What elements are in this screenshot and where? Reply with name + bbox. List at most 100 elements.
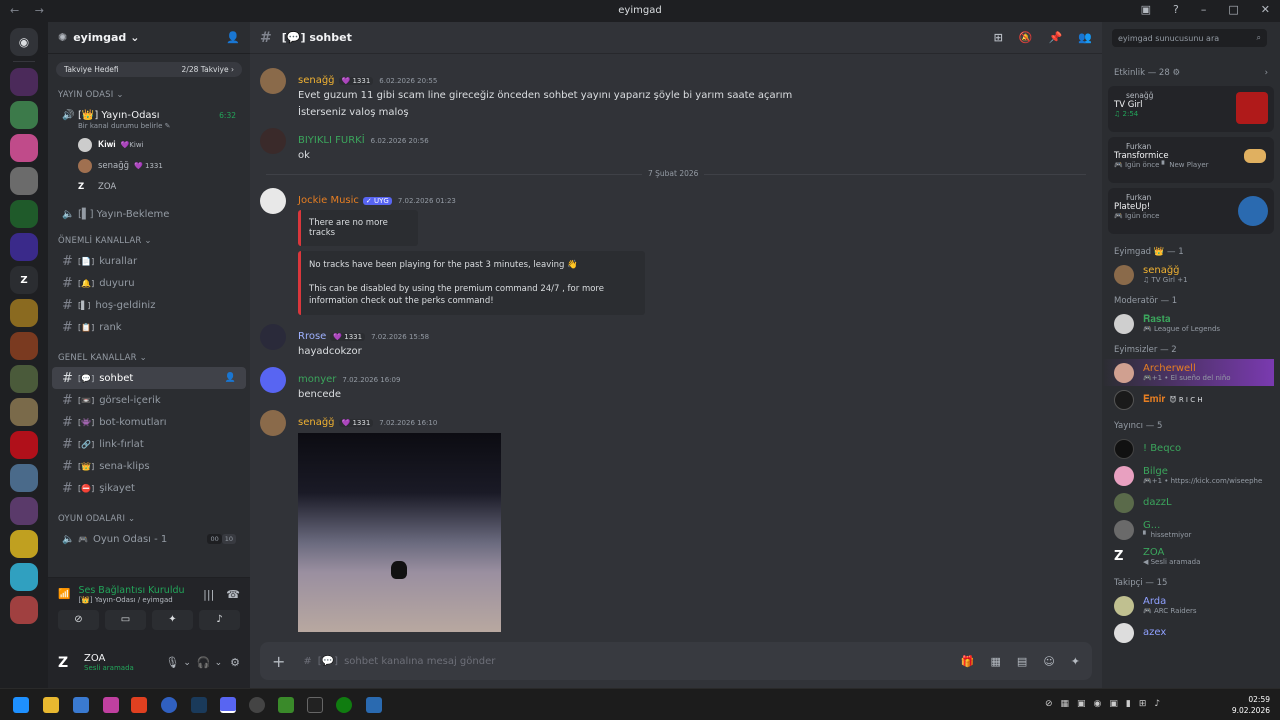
emoji-icon[interactable]: ☺ [1043,655,1054,668]
epic-games-icon[interactable] [307,697,323,713]
message-input[interactable]: sohbet kanalına mesaj gönder [344,656,961,667]
app-icon[interactable] [103,697,119,713]
threads-icon[interactable]: ⊞ [994,31,1003,44]
screen-share-button[interactable]: ▭ [105,610,146,630]
avatar[interactable] [260,324,286,350]
server-icon[interactable]: Z [10,266,38,294]
category-general[interactable]: GENEL KANALLAR ⌄ [48,346,250,367]
channel-kurallar[interactable]: # [📄] kurallar [52,250,246,272]
server-icon[interactable] [10,167,38,195]
server-icon[interactable] [10,530,38,558]
channel-sohbet[interactable]: # [💬] sohbet 👤 [52,367,246,389]
minecraft-icon[interactable] [278,697,294,713]
channel-sena-klips[interactable]: # [👑] sena-klips [52,455,246,477]
member-item[interactable]: dazzL [1102,489,1280,516]
channel-bot-komutlari[interactable]: # [👾] bot-komutları [52,411,246,433]
add-member-icon[interactable]: 👤 [225,373,236,383]
server-icon[interactable] [10,365,38,393]
headphones-icon[interactable]: 🎧 [197,656,211,669]
mute-icon[interactable]: 🔕 [1019,31,1033,44]
game-voice-channel[interactable]: 🔈 🎮 Oyun Odası - 1 00 10 [52,528,246,550]
server-icon[interactable] [10,233,38,261]
message-author[interactable]: senağğ [298,417,335,428]
server-icon[interactable] [10,464,38,492]
channel-duyuru[interactable]: # [🔔] duyuru [52,272,246,294]
clock-time[interactable]: 02:59 [1232,694,1270,705]
search-input[interactable]: eyimgad sunucusunu ara ⌕ [1112,29,1267,47]
message-author[interactable]: Jockie Music [298,195,359,206]
voice-user[interactable]: 𝐊𝐢𝐰𝐢 💜Kiwi [48,134,250,155]
activity-card[interactable]: Furkan PlateUp! 🎮 Igün önce [1108,188,1274,234]
category-game[interactable]: OYUN ODALARI ⌄ [48,507,250,528]
disconnect-icon[interactable]: ☎ [226,588,240,601]
channel-sikayet[interactable]: # [⛔] şikayet [52,477,246,499]
attached-image[interactable] [298,433,501,632]
sticker-icon[interactable]: ▤ [1017,655,1027,668]
noise-suppression-icon[interactable]: ||| [203,588,214,601]
voice-channel[interactable]: 🔈 [▌] Yayın-Bekleme [52,203,246,225]
help-icon[interactable]: ? [1173,3,1179,16]
activity-card[interactable]: Furkan Transformice 🎮 Igün önce ▘ New Pl… [1108,137,1274,183]
server-icon[interactable] [10,200,38,228]
avatar[interactable] [260,68,286,94]
boost-goal[interactable]: Takviye Hedefi 2/28 Takviye › [56,62,242,77]
server-icon[interactable] [10,596,38,624]
chevron-down-icon[interactable]: ⌄ [183,658,191,668]
member-item[interactable]: Z ZOA ◀ Sesli aramada [1102,543,1280,570]
clock-date[interactable]: 9.02.2026 [1232,705,1270,716]
app-icon[interactable] [249,697,265,713]
add-attachment-icon[interactable]: + [272,652,285,671]
app-icon[interactable] [73,697,89,713]
server-icon[interactable] [10,299,38,327]
maximize-icon[interactable]: □ [1228,3,1238,16]
soundboard-button[interactable]: ♪ [199,610,240,630]
chevron-right-icon[interactable]: › [1265,68,1268,78]
message-author[interactable]: BIYIKLI FURKİ [298,135,365,146]
member-item[interactable]: 𝐄𝐦𝐢𝐫 😈 R I C H [1102,386,1280,413]
channel-link-firlat[interactable]: # [🔗] link-fırlat [52,433,246,455]
app-icon[interactable] [366,697,382,713]
voice-channel-path[interactable]: [👑] Yayın-Odası / eyimgad [78,596,184,604]
voice-status-text[interactable]: Ses Bağlantısı Kuruldu [78,585,184,596]
gift-icon[interactable]: 🎁 [961,655,975,668]
voice-status[interactable]: Bir kanal durumu belirle ✎ [48,122,250,130]
voice-user[interactable]: senağğ 💜 1331 [48,155,250,176]
brave-browser-icon[interactable] [131,697,147,713]
member-item[interactable]: Archerwell 🎮+1 • El sueño del niño [1102,359,1274,386]
steam-icon[interactable] [191,697,207,713]
invite-icon[interactable]: 👤 [226,31,240,44]
category-important[interactable]: ÖNEMLİ KANALLAR ⌄ [48,229,250,250]
server-icon[interactable] [10,332,38,360]
channel-hos-geldiniz[interactable]: # [▌] hoş-geldiniz [52,294,246,316]
activities-button[interactable]: ✦ [152,610,193,630]
server-icon[interactable] [10,398,38,426]
camera-off-button[interactable]: ⊘ [58,610,99,630]
windows-start-icon[interactable] [13,697,29,713]
member-item[interactable]: ! Beqco [1102,435,1280,462]
chevron-down-icon[interactable]: ⌄ [215,658,223,668]
channel-rank[interactable]: # [📋] rank [52,316,246,338]
avatar[interactable] [260,367,286,393]
apps-icon[interactable]: ✦ [1071,655,1080,668]
voice-user[interactable]: Z ZOA [48,176,250,197]
mic-icon[interactable]: 🎙 [165,656,179,669]
member-item[interactable]: azex [1102,619,1280,646]
activity-card[interactable]: senağğ TV Girl ♫ 2:54 [1108,86,1274,132]
server-icon[interactable] [10,497,38,525]
server-icon[interactable] [10,563,38,591]
server-icon[interactable] [10,68,38,96]
system-tray[interactable]: ⊘▦▣◉▣▮⊞♪ [1045,699,1168,709]
close-icon[interactable]: ✕ [1261,3,1270,16]
server-icon[interactable] [10,101,38,129]
member-list-icon[interactable]: 👥 [1078,31,1092,44]
member-item[interactable]: Bilge 🎮+1 • https://kick.com/wiseephe [1102,462,1280,489]
gif-icon[interactable]: ▦ [991,655,1001,668]
inbox-icon[interactable]: ▣ [1141,3,1151,16]
avatar[interactable] [260,128,286,154]
avatar[interactable] [260,410,286,436]
member-item[interactable]: G... ▘ hissetmiyor [1102,516,1280,543]
file-explorer-icon[interactable] [43,697,59,713]
channel-gorsel-icerik[interactable]: # [📼] görsel-içerik [52,389,246,411]
member-item[interactable]: senağğ ♫ TV Girl +1 [1102,261,1280,288]
avatar[interactable] [260,188,286,214]
